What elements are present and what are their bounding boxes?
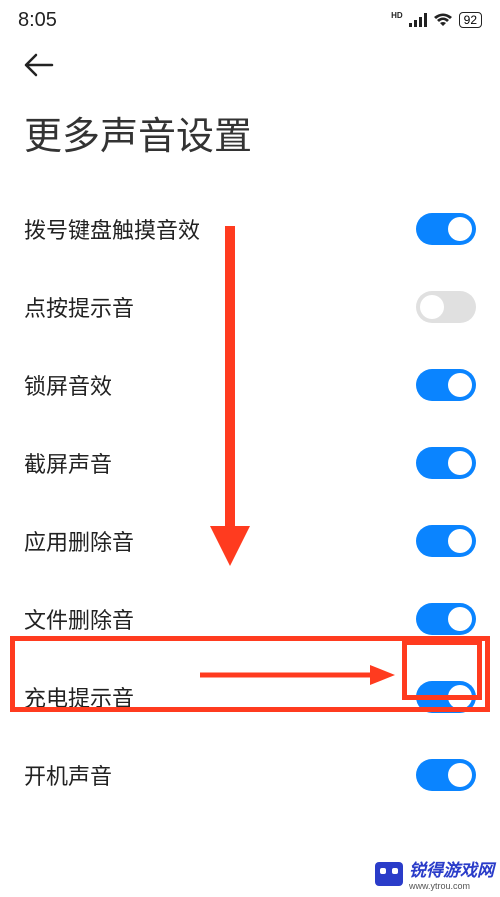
setting-label: 文件删除音 [24, 603, 134, 635]
setting-row-3: 截屏声音 [24, 424, 476, 502]
setting-row-7: 开机声音 [24, 736, 476, 814]
setting-row-4: 应用删除音 [24, 502, 476, 580]
status-bar: 8:05 HD 92 [0, 0, 500, 40]
toggle-knob [448, 685, 472, 709]
setting-toggle[interactable] [416, 291, 476, 323]
setting-row-2: 锁屏音效 [24, 346, 476, 424]
setting-toggle[interactable] [416, 759, 476, 791]
setting-toggle[interactable] [416, 369, 476, 401]
setting-toggle[interactable] [416, 603, 476, 635]
settings-list: 拨号键盘触摸音效点按提示音锁屏音效截屏声音应用删除音文件删除音充电提示音开机声音 [0, 190, 500, 814]
setting-label: 点按提示音 [24, 291, 134, 323]
toggle-knob [448, 373, 472, 397]
toggle-knob [448, 607, 472, 631]
header [0, 40, 500, 85]
setting-toggle[interactable] [416, 213, 476, 245]
page-title: 更多声音设置 [0, 85, 500, 190]
setting-label: 应用删除音 [24, 525, 134, 557]
setting-row-0: 拨号键盘触摸音效 [24, 190, 476, 268]
watermark-sub: www.ytrou.com [409, 881, 494, 891]
watermark-logo-icon [375, 862, 403, 886]
setting-label: 锁屏音效 [24, 369, 112, 401]
watermark-text: 锐得游戏网 [409, 861, 494, 880]
setting-label: 截屏声音 [24, 447, 112, 479]
setting-toggle[interactable] [416, 447, 476, 479]
hd-icon: HD [391, 11, 403, 20]
setting-row-6: 充电提示音 [24, 658, 476, 736]
setting-label: 拨号键盘触摸音效 [24, 213, 200, 245]
status-icons: HD 92 [391, 12, 482, 28]
setting-row-1: 点按提示音 [24, 268, 476, 346]
battery-icon: 92 [459, 12, 482, 28]
signal-icon [409, 13, 427, 27]
setting-label: 开机声音 [24, 759, 112, 791]
setting-toggle[interactable] [416, 525, 476, 557]
watermark: 锐得游戏网 www.ytrou.com [375, 856, 494, 891]
toggle-knob [448, 529, 472, 553]
toggle-knob [448, 763, 472, 787]
back-icon[interactable] [24, 48, 54, 85]
toggle-knob [420, 295, 444, 319]
setting-label: 充电提示音 [24, 681, 134, 713]
status-time: 8:05 [18, 9, 57, 32]
toggle-knob [448, 451, 472, 475]
battery-percent: 92 [464, 13, 477, 27]
setting-row-5: 文件删除音 [24, 580, 476, 658]
setting-toggle[interactable] [416, 681, 476, 713]
toggle-knob [448, 217, 472, 241]
wifi-icon [433, 13, 453, 27]
